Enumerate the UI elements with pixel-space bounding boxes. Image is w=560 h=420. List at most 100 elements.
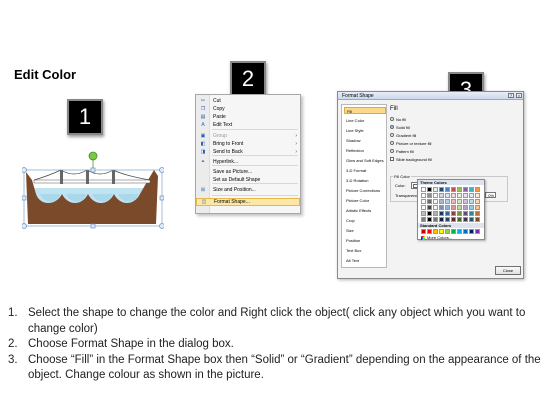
more-colors-item[interactable]: More Colors... [421, 235, 452, 240]
color-swatch[interactable] [463, 205, 468, 210]
resize-handle-w[interactable] [21, 195, 27, 201]
resize-handle-nw[interactable] [21, 167, 27, 173]
fill-option[interactable]: Picture or texture fill [390, 140, 431, 146]
color-swatch[interactable] [469, 211, 474, 216]
category-item[interactable]: Reflection [344, 147, 386, 154]
category-item[interactable]: 3-D Format [344, 167, 386, 174]
color-swatch[interactable] [463, 229, 468, 234]
color-swatch[interactable] [469, 229, 474, 234]
color-swatch[interactable] [463, 193, 468, 198]
color-swatch[interactable] [451, 211, 456, 216]
category-item[interactable]: Position [344, 237, 386, 244]
color-swatch[interactable] [457, 211, 462, 216]
category-item[interactable]: Crop [344, 217, 386, 224]
color-swatch[interactable] [439, 205, 444, 210]
color-swatch[interactable] [421, 211, 426, 216]
category-item[interactable]: Line Style [344, 127, 386, 134]
fill-option[interactable]: Gradient fill [390, 132, 416, 138]
color-swatch[interactable] [427, 193, 432, 198]
color-swatch[interactable] [469, 199, 474, 204]
fill-option[interactable]: No fill [390, 116, 406, 122]
checkbox[interactable] [390, 157, 394, 161]
color-swatch[interactable] [421, 205, 426, 210]
fill-option[interactable]: Pattern fill [390, 148, 414, 154]
resize-handle-sw[interactable] [21, 223, 27, 229]
color-swatch[interactable] [463, 187, 468, 192]
context-menu-item[interactable]: ✂ Cut [196, 97, 300, 105]
color-swatch[interactable] [433, 217, 438, 222]
color-swatch[interactable] [445, 217, 450, 222]
color-swatch[interactable] [475, 205, 480, 210]
resize-handle-e[interactable] [159, 195, 165, 201]
color-swatch[interactable] [463, 199, 468, 204]
resize-handle-se[interactable] [159, 223, 165, 229]
color-swatch[interactable] [475, 199, 480, 204]
help-button[interactable]: ? [508, 93, 514, 98]
color-swatch[interactable] [457, 187, 462, 192]
color-swatch[interactable] [421, 193, 426, 198]
color-swatch[interactable] [451, 187, 456, 192]
context-menu-item[interactable]: Save as Picture... [196, 168, 300, 176]
color-swatch[interactable] [457, 199, 462, 204]
color-swatch[interactable] [439, 199, 444, 204]
color-swatch[interactable] [451, 193, 456, 198]
color-swatch[interactable] [445, 199, 450, 204]
color-swatch[interactable] [469, 205, 474, 210]
category-item[interactable]: Picture Corrections [344, 187, 386, 194]
resize-handle-ne[interactable] [159, 167, 165, 173]
radio-button[interactable] [390, 133, 394, 137]
context-menu-item[interactable]: ◫ Format Shape... [196, 198, 300, 206]
color-swatch[interactable] [427, 211, 432, 216]
color-swatch[interactable] [427, 187, 432, 192]
color-swatch[interactable] [469, 187, 474, 192]
color-swatch[interactable] [427, 229, 432, 234]
color-swatch[interactable] [445, 205, 450, 210]
color-swatch[interactable] [421, 187, 426, 192]
color-swatch[interactable] [457, 217, 462, 222]
category-item[interactable]: Text Box [344, 247, 386, 254]
radio-button[interactable] [390, 149, 394, 153]
color-swatch[interactable] [451, 205, 456, 210]
color-swatch[interactable] [439, 193, 444, 198]
color-swatch[interactable] [475, 193, 480, 198]
resize-handle-s[interactable] [90, 223, 96, 229]
color-swatch[interactable] [457, 229, 462, 234]
category-item[interactable]: Glow and Soft Edges [344, 157, 386, 164]
color-swatch[interactable] [475, 187, 480, 192]
color-swatch[interactable] [433, 193, 438, 198]
category-item[interactable]: Fill [344, 107, 386, 114]
color-swatch[interactable] [421, 199, 426, 204]
context-menu-item[interactable]: ❐ Copy [196, 105, 300, 113]
color-swatch[interactable] [451, 199, 456, 204]
transparency-input[interactable]: 0% [485, 192, 496, 198]
color-swatch[interactable] [433, 199, 438, 204]
color-swatch[interactable] [463, 211, 468, 216]
color-swatch[interactable] [421, 229, 426, 234]
color-swatch[interactable] [445, 211, 450, 216]
color-swatch[interactable] [469, 193, 474, 198]
color-swatch[interactable] [427, 205, 432, 210]
color-swatch[interactable] [427, 217, 432, 222]
category-item[interactable]: Shadow [344, 137, 386, 144]
color-swatch[interactable] [439, 217, 444, 222]
resize-handle-n[interactable] [90, 167, 96, 173]
selected-shape[interactable] [21, 150, 165, 230]
color-swatch[interactable] [439, 211, 444, 216]
color-swatch[interactable] [433, 211, 438, 216]
color-swatch[interactable] [433, 229, 438, 234]
category-item[interactable]: Picture Color [344, 197, 386, 204]
rotate-handle[interactable] [88, 151, 98, 161]
color-swatch[interactable] [421, 217, 426, 222]
color-swatch[interactable] [451, 217, 456, 222]
category-item[interactable]: Size [344, 227, 386, 234]
color-swatch[interactable] [445, 229, 450, 234]
close-x-button[interactable]: × [516, 93, 522, 98]
context-menu-item[interactable]: ⊞ Size and Position... [196, 186, 300, 194]
color-swatch[interactable] [445, 187, 450, 192]
color-swatch[interactable] [451, 229, 456, 234]
color-swatch[interactable] [457, 205, 462, 210]
radio-button[interactable] [390, 117, 394, 121]
color-swatch[interactable] [475, 229, 480, 234]
color-swatch[interactable] [439, 229, 444, 234]
color-swatch[interactable] [427, 199, 432, 204]
